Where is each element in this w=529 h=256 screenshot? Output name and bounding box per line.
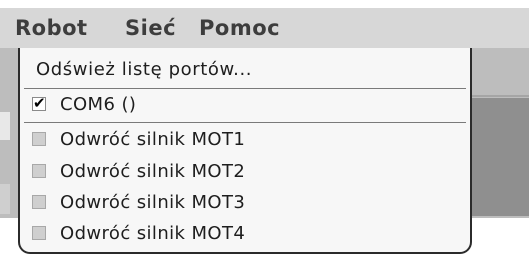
background-panel-dark — [470, 98, 529, 216]
reverse-mot3-label: Odwróć silnik MOT3 — [60, 192, 246, 213]
reverse-mot2-item[interactable]: Odwróć silnik MOT2 — [20, 156, 470, 188]
checkbox-checked[interactable]: ✔ — [32, 94, 46, 112]
menu-siec[interactable]: Sieć — [125, 8, 176, 48]
reverse-mot3-item[interactable]: Odwróć silnik MOT3 — [20, 187, 470, 219]
app-window: Robot Sieć Pomoc Odśwież listę portów...… — [0, 0, 529, 256]
checkbox-unchecked[interactable] — [32, 226, 46, 240]
panel-divider — [470, 95, 529, 97]
menu-bar: Robot Sieć Pomoc — [0, 8, 529, 48]
reverse-mot4-item[interactable]: Odwróć silnik MOT4 — [20, 218, 470, 250]
reverse-mot2-label: Odwróć silnik MOT2 — [60, 161, 246, 182]
refresh-ports-item[interactable]: Odśwież listę portów... — [20, 54, 486, 86]
menu-separator — [24, 122, 466, 123]
reverse-mot1-label: Odwróć silnik MOT1 — [60, 129, 246, 150]
port-com6-item[interactable]: ✔ COM6 () — [20, 89, 470, 121]
menu-pomoc[interactable]: Pomoc — [199, 8, 280, 48]
reverse-mot1-item[interactable]: Odwróć silnik MOT1 — [20, 124, 470, 156]
checkmark-icon: ✔ — [33, 94, 46, 112]
background-field — [0, 150, 10, 180]
background-field — [0, 184, 10, 214]
background-field — [0, 112, 10, 140]
checkbox-unchecked[interactable] — [32, 164, 46, 178]
reverse-mot4-label: Odwróć silnik MOT4 — [60, 223, 246, 244]
port-label: COM6 () — [60, 94, 137, 115]
checkbox-unchecked[interactable] — [32, 132, 46, 146]
menu-robot[interactable]: Robot — [15, 8, 88, 48]
robot-dropdown-menu: Odśwież listę portów... ✔ COM6 () Odwróć… — [18, 48, 472, 254]
checkbox-unchecked[interactable] — [32, 195, 46, 209]
